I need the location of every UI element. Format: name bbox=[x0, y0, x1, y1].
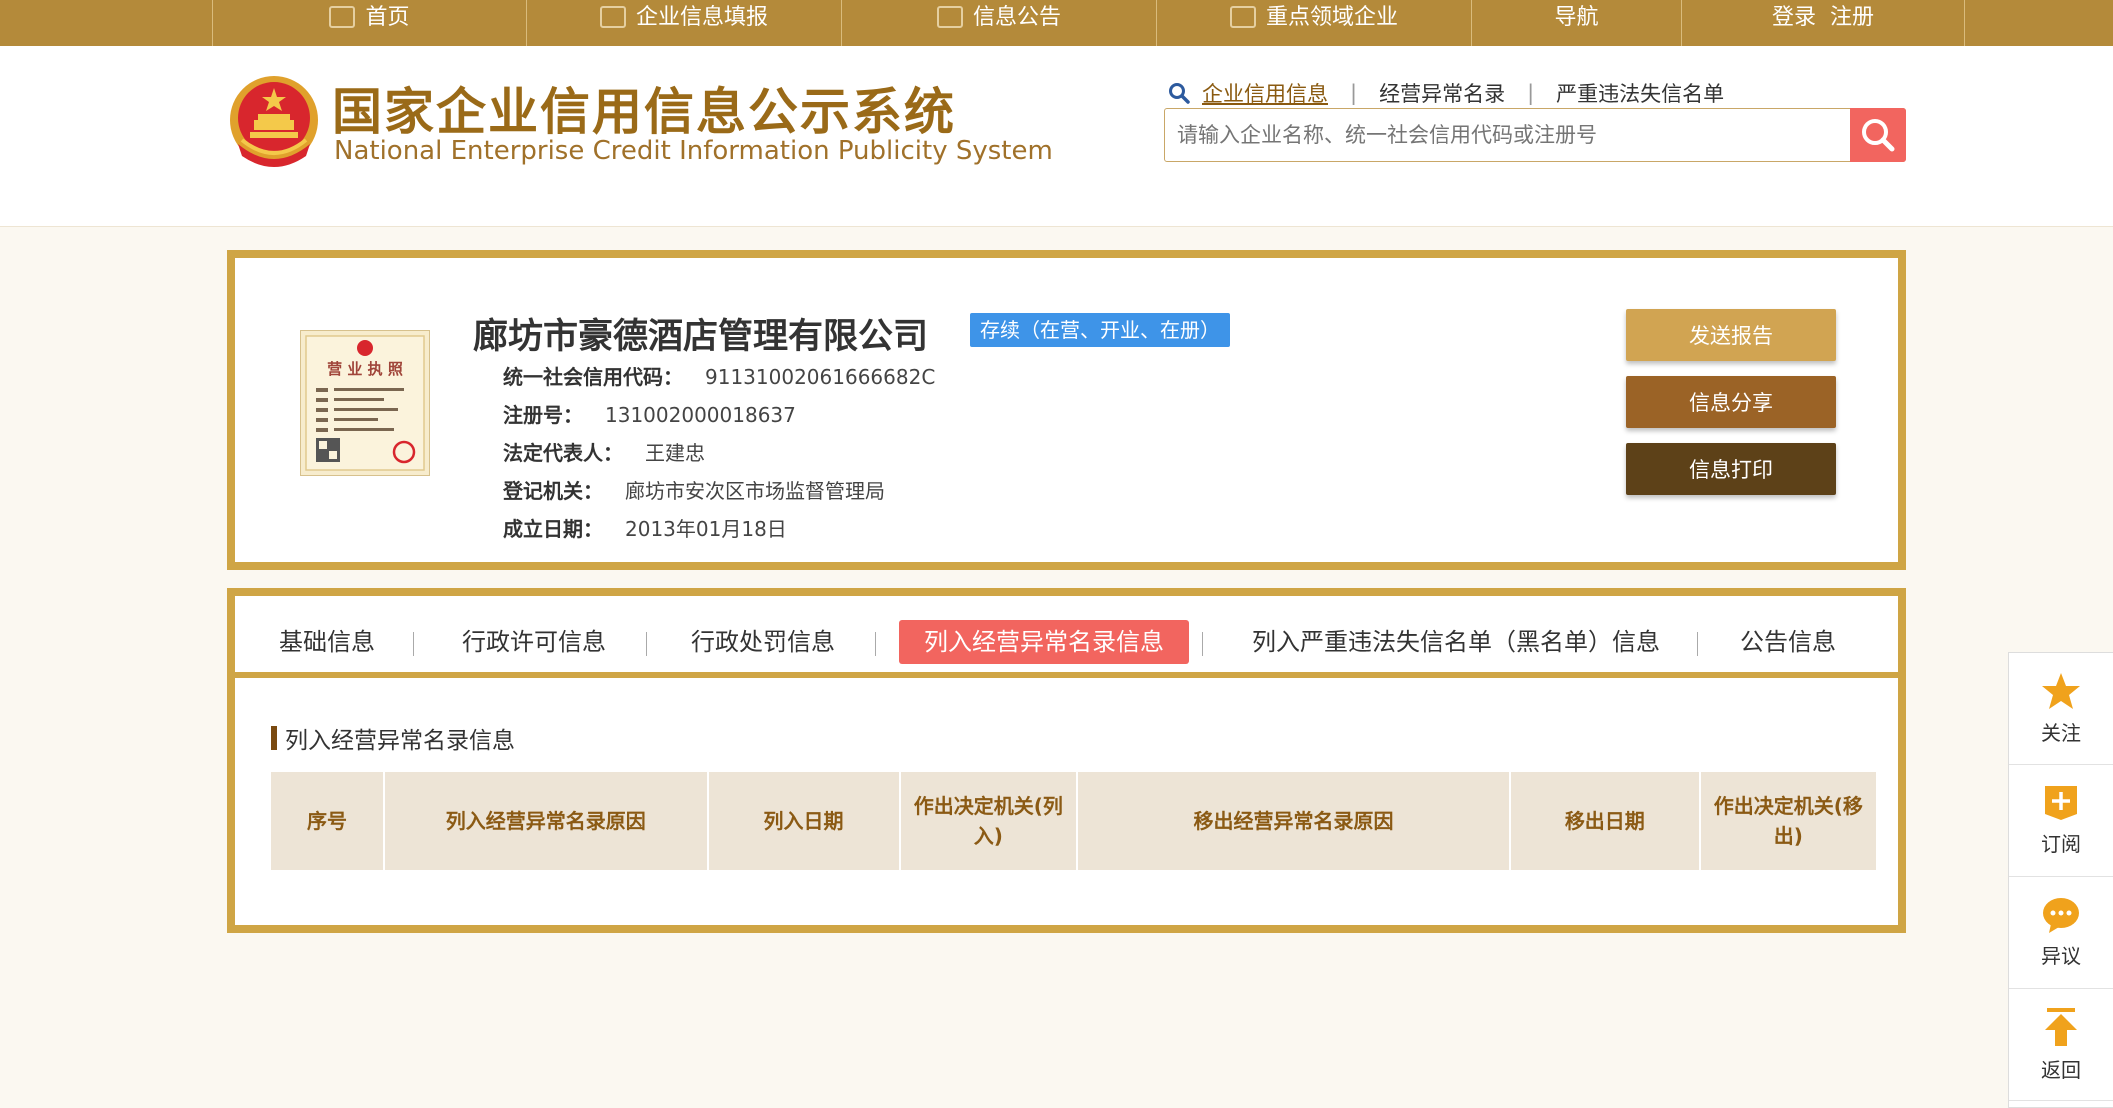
tab-announcements[interactable]: 公告信息 bbox=[1740, 620, 1836, 664]
table-header-row: 序号 列入经营异常名录原因 列入日期 作出决定机关(列入) 移出经营异常名录原因… bbox=[271, 772, 1876, 870]
side-float-bar: 关注 订阅 异议 返回 bbox=[2008, 652, 2113, 1108]
subscribe-button[interactable]: 订阅 bbox=[2009, 765, 2113, 877]
company-info: 统一社会信用代码： 91131002061666682C 注册号： 13100200… bbox=[503, 358, 935, 548]
quick-link-abnormal-list[interactable]: 经营异常名录 bbox=[1379, 78, 1505, 108]
status-badge: 存续（在营、开业、在册） bbox=[970, 313, 1230, 347]
divider: | bbox=[1527, 81, 1535, 105]
info-tabs-panel: 基础信息 行政许可信息 行政处罚信息 列入经营异常名录信息 列入严重违法失信名单… bbox=[227, 588, 1906, 933]
tab-serious-violation-blacklist[interactable]: 列入严重违法失信名单（黑名单）信息 bbox=[1252, 620, 1660, 664]
follow-button[interactable]: 关注 bbox=[2009, 653, 2113, 765]
col-header-list-date: 列入日期 bbox=[707, 772, 901, 870]
divider: | bbox=[1350, 81, 1358, 105]
logo-title-en: National Enterprise Credit Information P… bbox=[334, 136, 1053, 166]
col-header-index: 序号 bbox=[271, 772, 386, 870]
nav-item-home[interactable]: 首页 bbox=[212, 0, 526, 46]
quick-links: 企业信用信息 | 经营异常名录 | 严重违法失信名单 bbox=[1168, 78, 1724, 108]
divider bbox=[1697, 632, 1698, 656]
col-header-list-authority: 作出决定机关(列入) bbox=[899, 772, 1079, 870]
chat-bubble-icon bbox=[2043, 898, 2079, 933]
logo-title-cn: 国家企业信用信息公示系统 bbox=[332, 83, 956, 141]
tab-admin-penalty[interactable]: 行政处罚信息 bbox=[691, 620, 835, 664]
tab-admin-license[interactable]: 行政许可信息 bbox=[462, 620, 606, 664]
col-header-remove-date: 移出日期 bbox=[1509, 772, 1701, 870]
nav-item-enterprise-report[interactable]: 企业信息填报 bbox=[526, 0, 841, 46]
nav-item-login-register[interactable]: 登录 注册 bbox=[1681, 0, 1965, 46]
divider bbox=[875, 632, 876, 656]
divider bbox=[1202, 632, 1203, 656]
tab-basic-info[interactable]: 基础信息 bbox=[279, 620, 375, 664]
company-card: 营 业 执 照 廊坊市豪德酒店管理有限公司 存续（在营、开业、在册） 统一社会信… bbox=[227, 250, 1906, 570]
national-emblem-icon bbox=[230, 76, 318, 167]
subscribe-plus-icon bbox=[2045, 786, 2077, 820]
divider bbox=[413, 632, 414, 656]
search-box bbox=[1164, 108, 1906, 162]
star-icon bbox=[2042, 673, 2080, 709]
site-header: 国家企业信用信息公示系统 National Enterprise Credit … bbox=[0, 46, 2113, 227]
arrow-up-icon bbox=[2045, 1008, 2077, 1046]
info-row-legal-rep: 法定代表人： 王建忠 bbox=[503, 441, 705, 465]
quick-link-blacklist[interactable]: 严重违法失信名单 bbox=[1556, 78, 1724, 108]
document-icon bbox=[936, 6, 963, 28]
nav-item-navigation[interactable]: 导航 bbox=[1471, 0, 1681, 46]
send-report-button[interactable]: 发送报告 bbox=[1626, 309, 1836, 361]
search-icon bbox=[1169, 83, 1190, 104]
search-icon bbox=[1862, 119, 1895, 152]
col-header-list-reason: 列入经营异常名录原因 bbox=[384, 772, 709, 870]
print-info-button[interactable]: 信息打印 bbox=[1626, 443, 1836, 495]
info-row-credit-code: 统一社会信用代码： 91131002061666682C bbox=[503, 365, 936, 389]
back-to-top-button[interactable]: 返回 bbox=[2009, 989, 2113, 1101]
info-row-reg-number: 注册号： 131002000018637 bbox=[503, 403, 796, 427]
info-row-established-date: 成立日期： 2013年01月18日 bbox=[503, 517, 787, 541]
search-input[interactable] bbox=[1165, 109, 1845, 161]
svg-text:营 业 执 照: 营 业 执 照 bbox=[327, 360, 403, 378]
objection-button[interactable]: 异议 bbox=[2009, 877, 2113, 989]
col-header-remove-authority: 作出决定机关(移出) bbox=[1713, 794, 1863, 848]
business-license-image: 营 业 执 照 bbox=[300, 330, 430, 476]
nav-item-announcements[interactable]: 信息公告 bbox=[841, 0, 1156, 46]
divider bbox=[646, 632, 647, 656]
top-nav-items: 首页 企业信息填报 信息公告 重点领域企业 导航 登录 注册 bbox=[212, 0, 1965, 46]
monitor-icon bbox=[329, 6, 356, 28]
company-name: 廊坊市豪德酒店管理有限公司 bbox=[473, 317, 929, 357]
abnormal-list-table: 序号 列入经营异常名录原因 列入日期 作出决定机关(列入) 移出经营异常名录原因… bbox=[271, 772, 1876, 870]
title-bar bbox=[271, 726, 277, 750]
share-info-button[interactable]: 信息分享 bbox=[1626, 376, 1836, 428]
tab-bar: 基础信息 行政许可信息 行政处罚信息 列入经营异常名录信息 列入严重违法失信名单… bbox=[235, 596, 1898, 678]
top-navigation: 首页 企业信息填报 信息公告 重点领域企业 导航 登录 注册 bbox=[0, 0, 2113, 46]
nav-item-key-sectors[interactable]: 重点领域企业 bbox=[1156, 0, 1471, 46]
info-row-reg-authority: 登记机关： 廊坊市安次区市场监督管理局 bbox=[503, 479, 885, 503]
tab-abnormal-operations[interactable]: 列入经营异常名录信息 bbox=[899, 620, 1189, 664]
quick-link-credit-info[interactable]: 企业信用信息 bbox=[1202, 78, 1328, 108]
search-button[interactable] bbox=[1850, 108, 1906, 162]
edit-icon bbox=[599, 6, 626, 28]
section-title: 列入经营异常名录信息 bbox=[271, 721, 515, 755]
megaphone-icon bbox=[1229, 6, 1256, 28]
col-header-remove-reason: 移出经营异常名录原因 bbox=[1077, 772, 1511, 870]
